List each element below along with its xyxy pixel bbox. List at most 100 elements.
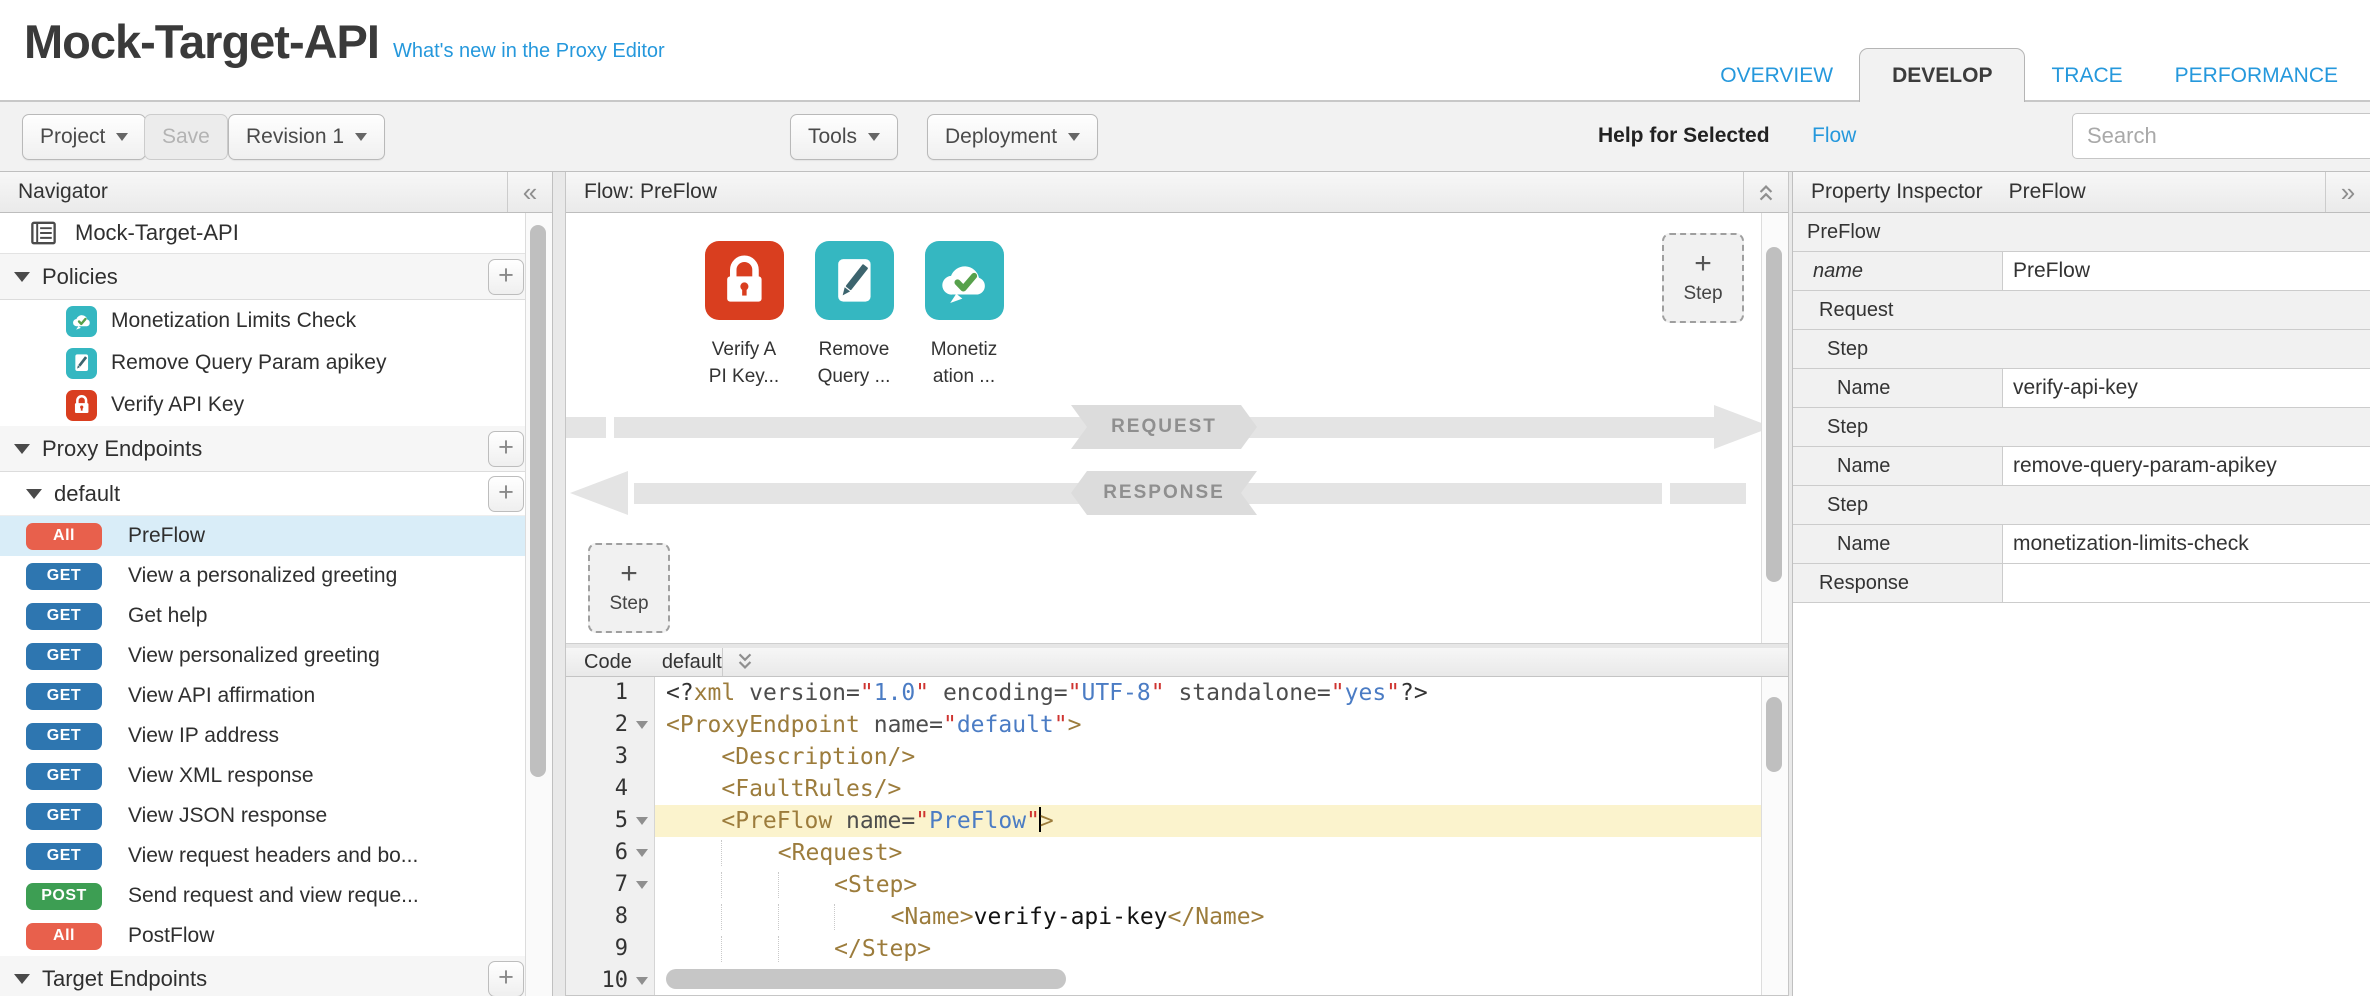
nav-flow-item[interactable]: POSTSend request and view reque... bbox=[0, 876, 552, 916]
code-token: " bbox=[915, 808, 929, 834]
flow-scrollbar[interactable] bbox=[1761, 213, 1788, 643]
inspector-property-value[interactable]: monetization-limits-check bbox=[2003, 525, 2370, 563]
scrollbar-thumb[interactable] bbox=[1766, 247, 1782, 582]
code-token: <Name> bbox=[891, 904, 974, 930]
request-label: REQUEST bbox=[1071, 405, 1257, 449]
collapse-flow-icon[interactable] bbox=[1743, 172, 1788, 212]
code-line[interactable]: <ProxyEndpoint name="default"> bbox=[655, 709, 1762, 741]
add-step-request-button[interactable]: + Step bbox=[1662, 233, 1744, 323]
nav-flow-item[interactable]: AllPreFlow bbox=[0, 516, 552, 556]
nav-policy-item[interactable]: Verify API Key bbox=[0, 384, 552, 426]
add-button[interactable]: + bbox=[488, 259, 524, 295]
code-token: ?> bbox=[1400, 680, 1428, 706]
tab-overview[interactable]: OVERVIEW bbox=[1694, 50, 1859, 102]
help-flow-link[interactable]: Flow bbox=[1812, 124, 1856, 148]
add-step-response-button[interactable]: + Step bbox=[588, 543, 670, 633]
nav-flow-item[interactable]: GETView IP address bbox=[0, 716, 552, 756]
nav-flow-item[interactable]: GETView request headers and bo... bbox=[0, 836, 552, 876]
code-scrollbar[interactable] bbox=[1761, 677, 1788, 995]
inspector-property-value[interactable]: verify-api-key bbox=[2003, 369, 2370, 407]
inspector-property-value[interactable]: PreFlow bbox=[2003, 252, 2370, 290]
nav-row-label: Mock-Target-API bbox=[75, 220, 239, 246]
inspector-property-row: Nameremove-query-param-apikey bbox=[1793, 447, 2370, 486]
flow-policy-step[interactable]: Remove Query ... bbox=[799, 241, 909, 390]
help-for-selected-label: Help for Selected bbox=[1598, 124, 1770, 148]
nav-policy-item[interactable]: Remove Query Param apikey bbox=[0, 342, 552, 384]
flow-policy-step[interactable]: Monetiz ation ... bbox=[909, 241, 1019, 390]
fold-toggle-icon[interactable] bbox=[636, 721, 648, 729]
code-line[interactable]: <FaultRules/> bbox=[655, 773, 1762, 805]
nav-flow-label: Get help bbox=[128, 604, 207, 628]
code-line[interactable]: <Request> bbox=[655, 837, 1762, 869]
nav-flow-item[interactable]: GETView personalized greeting bbox=[0, 636, 552, 676]
code-line[interactable]: </Step> bbox=[655, 933, 1762, 965]
nav-subsection-default[interactable]: default+ bbox=[0, 472, 552, 516]
add-button[interactable]: + bbox=[488, 431, 524, 467]
nav-section-proxy-endpoints[interactable]: Proxy Endpoints+ bbox=[0, 426, 552, 472]
collapse-code-icon[interactable] bbox=[722, 648, 767, 676]
code-tab-default[interactable]: default bbox=[662, 651, 722, 674]
code-line[interactable]: <Description/> bbox=[655, 741, 1762, 773]
nav-flow-item[interactable]: GETView XML response bbox=[0, 756, 552, 796]
expand-inspector-icon[interactable]: » bbox=[2325, 172, 2370, 212]
fold-toggle-icon[interactable] bbox=[636, 817, 648, 825]
header: Mock-Target-API What's new in the Proxy … bbox=[0, 0, 2370, 102]
nav-flow-item[interactable]: GETView API affirmation bbox=[0, 676, 552, 716]
tab-performance[interactable]: PERFORMANCE bbox=[2149, 50, 2364, 102]
code-horizontal-scrollbar[interactable] bbox=[666, 969, 1066, 989]
chevron-down-icon bbox=[14, 444, 30, 454]
nav-flow-item[interactable]: AllPostFlow bbox=[0, 916, 552, 956]
nav-flow-item[interactable]: GETView a personalized greeting bbox=[0, 556, 552, 596]
flow-policy-label: Verify A PI Key... bbox=[709, 336, 779, 390]
tab-trace[interactable]: TRACE bbox=[2025, 50, 2148, 102]
nav-flow-label: View IP address bbox=[128, 724, 279, 748]
nav-policy-item[interactable]: Monetization Limits Check bbox=[0, 300, 552, 342]
nav-row-api-root[interactable]: Mock-Target-API bbox=[0, 213, 552, 254]
flow-policy-step[interactable]: Verify A PI Key... bbox=[689, 241, 799, 390]
inspector-property-value[interactable]: remove-query-param-apikey bbox=[2003, 447, 2370, 485]
arrow-left-icon bbox=[570, 471, 628, 515]
fold-toggle-icon[interactable] bbox=[636, 977, 648, 985]
nav-section-label: Policies bbox=[42, 264, 118, 290]
whats-new-link[interactable]: What's new in the Proxy Editor bbox=[393, 40, 665, 63]
add-button[interactable]: + bbox=[488, 961, 524, 996]
nav-section-label: Target Endpoints bbox=[42, 966, 207, 992]
flow-canvas[interactable]: Verify A PI Key... Remove Query ...Moneti… bbox=[566, 213, 1788, 644]
deployment-button[interactable]: Deployment bbox=[927, 114, 1098, 160]
search-input[interactable] bbox=[2072, 113, 2370, 159]
flow-title: Flow: PreFlow bbox=[584, 180, 717, 204]
nav-flow-label: View a personalized greeting bbox=[128, 564, 397, 588]
code-line[interactable]: <Step> bbox=[655, 869, 1762, 901]
nav-flow-item[interactable]: GETGet help bbox=[0, 596, 552, 636]
inspector-property-row: Namemonetization-limits-check bbox=[1793, 525, 2370, 564]
add-button[interactable]: + bbox=[488, 476, 524, 512]
navigator-scrollbar[interactable] bbox=[525, 213, 552, 996]
inspector-property-value[interactable] bbox=[2003, 564, 2370, 602]
inspector-section-label: Step bbox=[1793, 408, 1868, 446]
fold-toggle-icon[interactable] bbox=[636, 881, 648, 889]
code-token: name= bbox=[832, 808, 915, 834]
chevron-down-icon bbox=[355, 133, 367, 141]
scrollbar-thumb[interactable] bbox=[1766, 697, 1782, 772]
code-line[interactable]: <Name>verify-api-key</Name> bbox=[655, 901, 1762, 933]
tab-develop[interactable]: DEVELOP bbox=[1859, 48, 2025, 102]
project-button[interactable]: Project bbox=[22, 114, 146, 160]
collapse-navigator-icon[interactable]: « bbox=[507, 172, 552, 212]
inspector-section-row: PreFlow bbox=[1793, 213, 2370, 252]
code-line[interactable]: <PreFlow name="PreFlow"> bbox=[655, 805, 1762, 837]
inspector-property-row: namePreFlow bbox=[1793, 252, 2370, 291]
fold-toggle-icon[interactable] bbox=[636, 849, 648, 857]
method-badge: All bbox=[26, 523, 102, 550]
nav-section-policies[interactable]: Policies + bbox=[0, 254, 552, 300]
revision-button[interactable]: Revision 1 bbox=[228, 114, 385, 160]
indent bbox=[721, 840, 777, 866]
nav-flow-item[interactable]: GETView JSON response bbox=[0, 796, 552, 836]
nav-section-target-endpoints[interactable]: Target Endpoints + bbox=[0, 956, 552, 996]
indent bbox=[666, 776, 721, 802]
code-lines[interactable]: <?xml version="1.0" encoding="UTF-8" sta… bbox=[655, 677, 1762, 995]
save-button[interactable]: Save bbox=[144, 114, 228, 160]
tools-button[interactable]: Tools bbox=[790, 114, 898, 160]
scrollbar-thumb[interactable] bbox=[530, 225, 546, 777]
code-editor[interactable]: 12345678910 <?xml version="1.0" encoding… bbox=[566, 677, 1788, 995]
code-line[interactable]: <?xml version="1.0" encoding="UTF-8" sta… bbox=[655, 677, 1762, 709]
